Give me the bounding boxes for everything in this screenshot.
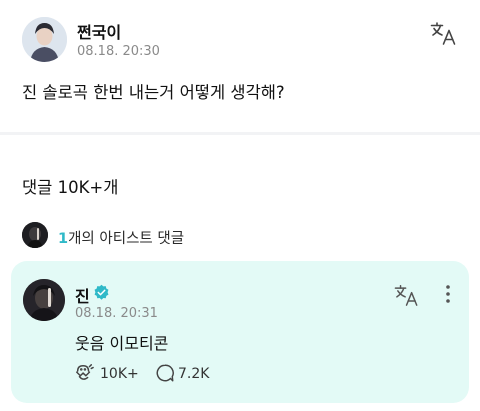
- translate-icon[interactable]: [430, 20, 458, 46]
- comment-author-name[interactable]: 진: [75, 283, 90, 307]
- post-timestamp: 08.18. 20:30: [77, 44, 160, 59]
- artist-comment-number: 1: [58, 231, 69, 247]
- section-divider: [0, 132, 480, 135]
- comments-header: 댓글 10K+개: [22, 178, 119, 197]
- like-count: 10K+: [100, 366, 139, 382]
- author-avatar-image: [22, 17, 67, 62]
- comment-timestamp: 08.18. 20:31: [75, 306, 158, 321]
- artist-mini-avatar: [22, 222, 48, 248]
- verified-badge-icon: [93, 284, 110, 301]
- like-icon[interactable]: [74, 363, 94, 383]
- more-options-icon[interactable]: [441, 284, 455, 304]
- comment-text: 웃음 이모티콘: [75, 334, 169, 353]
- post-content: 진 솔로곡 한번 내는거 어떻게 생각해?: [22, 83, 285, 102]
- reply-count: 7.2K: [178, 366, 210, 382]
- comment-translate-icon[interactable]: [394, 283, 420, 307]
- artist-avatar[interactable]: [23, 279, 65, 321]
- post-author-name[interactable]: 쩐국이: [77, 19, 121, 43]
- artist-comment-count[interactable]: 1개의 아티스트 댓글: [58, 227, 184, 248]
- reply-icon[interactable]: [155, 363, 175, 383]
- author-avatar[interactable]: [22, 17, 67, 62]
- artist-comment-label: 개의 아티스트 댓글: [68, 231, 185, 247]
